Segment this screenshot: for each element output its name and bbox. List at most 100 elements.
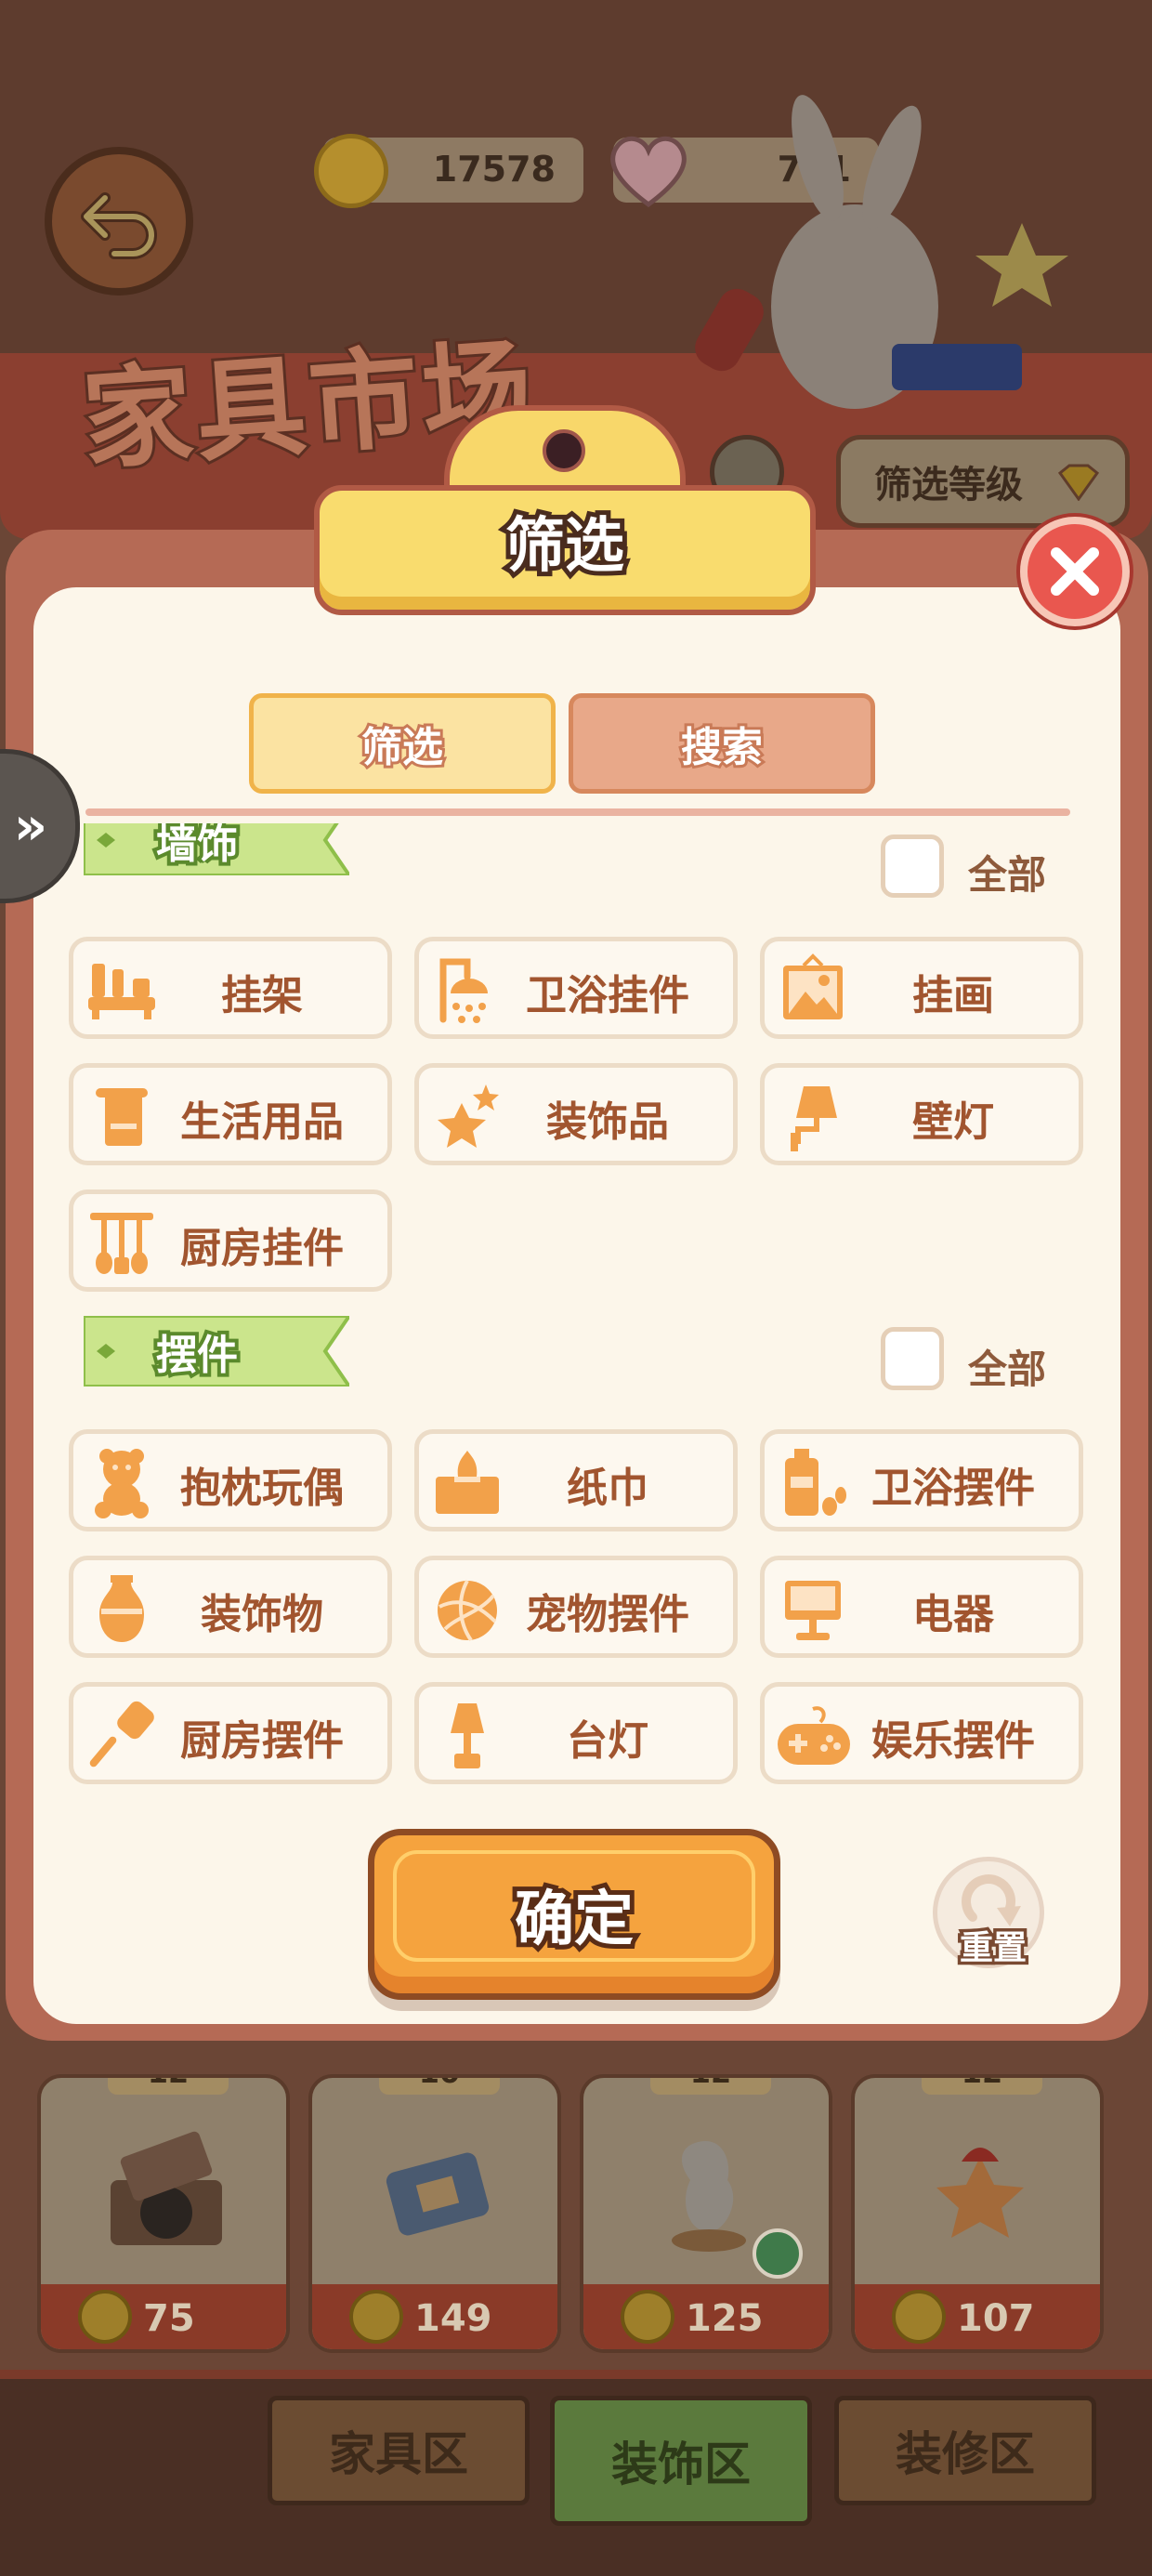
record-player-icon (111, 2131, 222, 2245)
product-card[interactable]: 12 75 (37, 2074, 290, 2353)
option-decoration[interactable]: 装饰物 (69, 1556, 392, 1658)
tab-search[interactable]: 搜索 (569, 693, 875, 794)
option-label: 娱乐摆件 (871, 1717, 1035, 1765)
vase-icon (99, 1575, 144, 1642)
option-label: 纸巾 (567, 1465, 648, 1512)
level-badge: 12 (650, 2078, 771, 2095)
product-row: 12 75 10 149 12 (37, 2044, 1124, 2353)
confirm-label: 确定 (510, 1881, 638, 1959)
product-card[interactable]: 12 125 (580, 2074, 832, 2353)
option-label: 厨房摆件 (180, 1717, 344, 1765)
option-painting[interactable]: 挂画 (760, 937, 1083, 1039)
option-pet-ornament[interactable]: 宠物摆件 (414, 1556, 738, 1658)
option-wall-lamp[interactable]: 壁灯 (760, 1063, 1083, 1165)
towel-icon (96, 1088, 148, 1146)
option-appliance[interactable]: 电器 (760, 1556, 1083, 1658)
option-label: 抱枕玩偶 (180, 1465, 344, 1512)
option-label: 壁灯 (912, 1098, 994, 1146)
product-price: 107 (957, 2297, 1035, 2340)
snack-bag-icon (386, 2152, 490, 2236)
coin-icon (349, 2290, 403, 2344)
option-label: 装饰品 (546, 1098, 669, 1146)
coin-icon (892, 2290, 946, 2344)
option-label: 卫浴摆件 (871, 1465, 1035, 1512)
option-ornament[interactable]: 装饰品 (414, 1063, 738, 1165)
tab-renovation-zone[interactable]: 装修区 (834, 2396, 1096, 2505)
wall-lamp-icon (791, 1086, 837, 1151)
select-all-checkbox-wall[interactable] (881, 835, 944, 898)
divider (85, 808, 1070, 816)
filter-dialog (33, 587, 1120, 2024)
option-label: 生活用品 (180, 1098, 344, 1146)
option-label: 卫浴挂件 (526, 972, 689, 1019)
tab-decoration-zone[interactable]: 装饰区 (550, 2396, 812, 2526)
dialog-title: 筛选 (501, 507, 629, 585)
dialog-title-tab: 筛选 (314, 405, 816, 619)
product-price: 149 (414, 2297, 492, 2340)
owned-check-icon (753, 2228, 803, 2279)
bunny-mascot-icon (695, 95, 1068, 409)
coin-icon (621, 2290, 674, 2344)
select-all-label: 全部 (968, 1347, 1047, 1392)
teddy-bear-icon (95, 1449, 149, 1518)
option-kitchen-ornament[interactable]: 厨房摆件 (69, 1682, 392, 1784)
product-price: 125 (686, 2297, 764, 2340)
option-label: 电器 (912, 1591, 994, 1638)
filter-level-label: 筛选等级 (874, 464, 1023, 506)
section-header-ornaments: 摆件 (84, 1316, 349, 1387)
coin-count: 17578 (432, 149, 556, 190)
option-rack[interactable]: 挂架 (69, 937, 392, 1039)
gingerbread-icon (936, 2148, 1024, 2238)
option-tissue[interactable]: 纸巾 (414, 1429, 738, 1531)
confirm-button[interactable]: 确定 (368, 1829, 780, 2000)
option-plush[interactable]: 抱枕玩偶 (69, 1429, 392, 1531)
select-all-checkbox-ornaments[interactable] (881, 1327, 944, 1390)
monitor-icon (785, 1581, 841, 1640)
product-price: 75 (143, 2297, 195, 2340)
section-title: 墙饰 (152, 823, 242, 872)
product-card[interactable]: 10 149 (308, 2074, 561, 2353)
ball-icon (438, 1580, 497, 1642)
reset-label: 重置 (956, 1926, 1029, 1971)
coin-counter: 17578 (314, 134, 583, 208)
close-icon (1051, 547, 1099, 596)
reset-button[interactable]: 重置 (933, 1857, 1044, 1971)
option-daily-goods[interactable]: 生活用品 (69, 1063, 392, 1165)
option-label: 挂架 (221, 972, 303, 1019)
option-entertainment[interactable]: 娱乐摆件 (760, 1682, 1083, 1784)
option-bath-ornament[interactable]: 卫浴摆件 (760, 1429, 1083, 1531)
tissue-box-icon (436, 1451, 499, 1514)
section-title: 摆件 (152, 1328, 242, 1383)
select-all-label: 全部 (968, 852, 1047, 898)
option-label: 台灯 (567, 1717, 648, 1765)
level-badge: 10 (379, 2078, 500, 2095)
option-label: 厨房挂件 (180, 1225, 344, 1272)
kitchen-utensils-icon (90, 1213, 153, 1274)
filter-level-button[interactable]: 筛选等级 (836, 435, 1130, 528)
stars-icon (438, 1084, 499, 1148)
level-badge: 12 (108, 2078, 229, 2095)
gem-icon (1057, 464, 1100, 501)
option-table-lamp[interactable]: 台灯 (414, 1682, 738, 1784)
tab-filter[interactable]: 筛选 (249, 693, 556, 794)
bottle-icon (785, 1449, 846, 1516)
back-arrow-icon (81, 192, 157, 259)
option-kitchen-hanging[interactable]: 厨房挂件 (69, 1189, 392, 1292)
option-bath-hanging[interactable]: 卫浴挂件 (414, 937, 738, 1039)
shower-icon (439, 958, 488, 1023)
coin-icon (314, 134, 388, 208)
chevron-right-icon: » (13, 795, 47, 857)
option-label: 挂画 (912, 972, 994, 1019)
tab-furniture-zone[interactable]: 家具区 (268, 2396, 530, 2505)
close-button[interactable] (1020, 517, 1130, 626)
folder-hole (543, 429, 585, 472)
gamepad-icon (778, 1706, 850, 1765)
back-button[interactable] (45, 147, 193, 296)
coin-icon (78, 2290, 132, 2344)
product-card[interactable]: 12 107 (851, 2074, 1104, 2353)
level-badge: 12 (922, 2078, 1042, 2095)
table-lamp-icon (451, 1703, 484, 1768)
painting-icon (783, 953, 843, 1019)
option-label: 宠物摆件 (526, 1591, 689, 1638)
rack-icon (88, 964, 155, 1019)
